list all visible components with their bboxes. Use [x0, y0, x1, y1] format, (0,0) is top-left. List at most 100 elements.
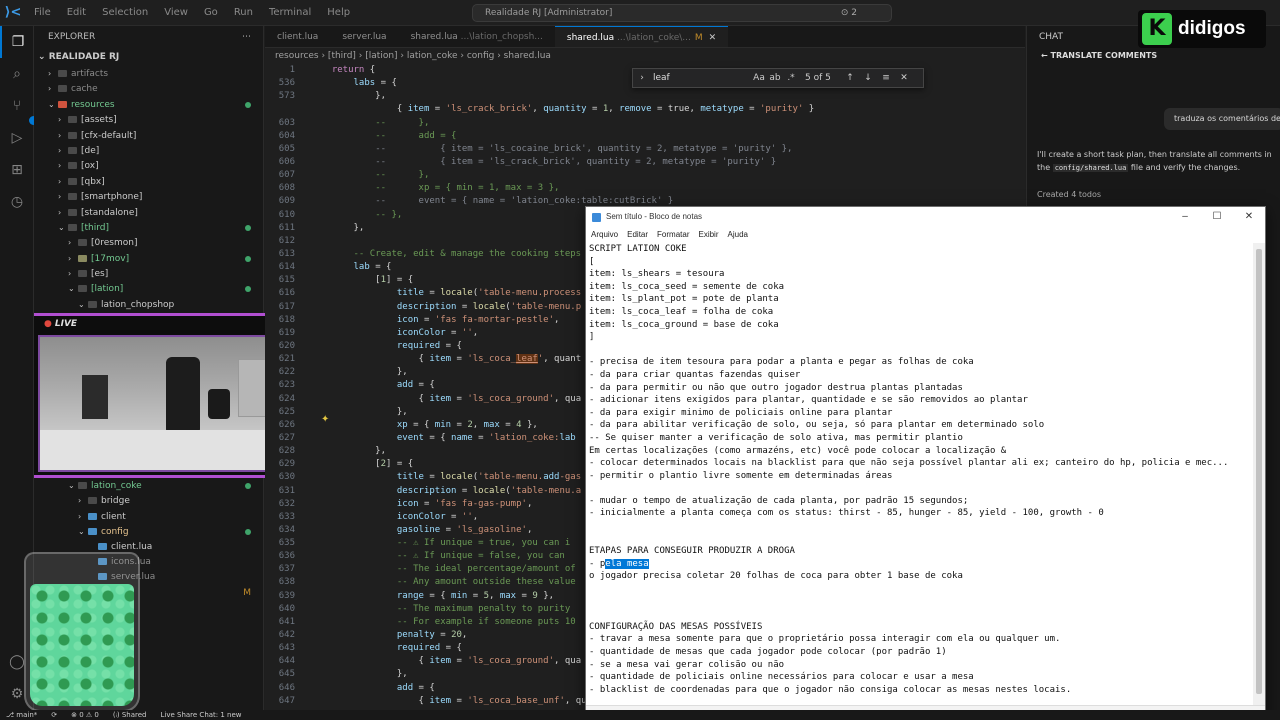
menu-run[interactable]: Run: [226, 0, 261, 26]
tree-item[interactable]: › artifacts: [34, 66, 263, 81]
workspace-root[interactable]: ⌄ REALIDADE RJ: [34, 48, 263, 66]
tree-item[interactable]: › [0resmon]: [34, 235, 263, 250]
code-line[interactable]: 605 -- { item = 'ls_cocaine_brick', quan…: [265, 143, 1025, 156]
tree-item[interactable]: ⌄ [lation]: [34, 281, 263, 296]
line-number: 610: [278, 209, 295, 220]
notepad-menu-exibir[interactable]: Exibir: [698, 230, 718, 239]
code-line[interactable]: 573 },: [265, 90, 1025, 103]
line-number: 605: [278, 143, 295, 154]
tree-item[interactable]: ⌄ resources: [34, 97, 263, 112]
code-line[interactable]: 608 -- xp = { min = 1, max = 3 },: [265, 182, 1025, 195]
editor-tab[interactable]: shared.lua ...\lation_chopsh...: [399, 26, 555, 47]
tree-item[interactable]: ⌄ [third]: [34, 220, 263, 235]
notepad-menu-formatar[interactable]: Formatar: [657, 230, 689, 239]
notepad-line: - travar a mesa somente para que o propr…: [589, 633, 1254, 646]
chevron-down-icon: ⌄: [48, 99, 55, 109]
todos-status[interactable]: Created 4 todos: [1037, 190, 1101, 199]
code-line[interactable]: 606 -- { item = 'ls_crack_brick', quanti…: [265, 156, 1025, 169]
editor-tab[interactable]: shared.lua ...\lation_coke\... M ✕: [554, 26, 729, 47]
menu-terminal[interactable]: Terminal: [261, 0, 319, 26]
regex-icon[interactable]: .*: [783, 73, 799, 83]
code-line[interactable]: 607 -- },: [265, 169, 1025, 182]
notepad-line-text: - blacklist de coordenadas para que o jo…: [589, 684, 1072, 695]
tree-item[interactable]: › [es]: [34, 266, 263, 281]
chat-session-title[interactable]: ← TRANSLATE COMMENTS: [1027, 48, 1280, 64]
remote-explorer-icon[interactable]: ◷: [0, 186, 34, 218]
notepad-app-icon: [592, 213, 601, 222]
chevron-right-icon: ›: [78, 496, 82, 506]
source-control-icon[interactable]: ⑂: [0, 90, 38, 125]
menu-go[interactable]: Go: [196, 0, 226, 26]
close-find-icon[interactable]: ✕: [895, 73, 913, 83]
menu-view[interactable]: View: [156, 0, 196, 26]
find-input[interactable]: leaf: [651, 73, 751, 83]
chevron-down-icon: ⌄: [68, 284, 75, 294]
more-actions-icon[interactable]: ⋯: [242, 26, 251, 48]
tree-item[interactable]: › bridge: [34, 493, 263, 508]
status-item[interactable]: ⟳: [51, 710, 57, 720]
tree-item[interactable]: ⌄ config: [34, 524, 263, 539]
toggle-replace-icon[interactable]: ›: [633, 73, 651, 83]
status-item[interactable]: ⊗ 0 ⚠ 0: [71, 710, 99, 720]
match-case-icon[interactable]: Aa: [751, 73, 767, 83]
tree-item[interactable]: › [standalone]: [34, 205, 263, 220]
notepad-scrollbar[interactable]: [1253, 243, 1265, 705]
chevron-right-icon: ›: [68, 238, 72, 248]
tree-item[interactable]: › [assets]: [34, 112, 263, 127]
minimize-icon[interactable]: –: [1169, 207, 1201, 227]
line-number: 573: [278, 91, 295, 102]
notepad-menu-editar[interactable]: Editar: [627, 230, 648, 239]
editor-tab[interactable]: client.lua: [265, 26, 330, 47]
line-number: 606: [278, 156, 295, 167]
status-item[interactable]: (ᵢ) Shared: [113, 710, 147, 720]
line-number: 647: [278, 695, 295, 706]
notepad-titlebar[interactable]: Sem título - Bloco de notas – ☐ ✕: [586, 207, 1265, 227]
agent-status-indicator[interactable]: ⊙ 2: [841, 5, 857, 21]
file-reference[interactable]: config/shared.lua: [1052, 164, 1129, 172]
run-debug-icon[interactable]: ▷: [0, 122, 34, 154]
lightbulb-icon[interactable]: ✦: [321, 414, 329, 425]
code-line[interactable]: { item = 'ls_crack_brick', quantity = 1,…: [265, 103, 1025, 116]
notepad-menu-arquivo[interactable]: Arquivo: [591, 230, 618, 239]
menu-selection[interactable]: Selection: [94, 0, 156, 26]
tree-item[interactable]: ⌄ lation_coke: [34, 478, 263, 493]
notepad-line-text: SCRIPT LATION COKE: [589, 244, 687, 254]
whole-word-icon[interactable]: ab: [767, 73, 783, 83]
find-in-selection-icon[interactable]: ≡: [877, 73, 895, 83]
notepad-menu-ajuda[interactable]: Ajuda: [728, 230, 748, 239]
next-match-icon[interactable]: ↓: [859, 73, 877, 83]
search-icon[interactable]: ⌕: [0, 58, 34, 90]
code-line[interactable]: 603 -- },: [265, 117, 1025, 130]
tree-item[interactable]: › [cfx-default]: [34, 128, 263, 143]
notepad-text-area[interactable]: SCRIPT LATION COKE [item: ls_shears = tes…: [589, 243, 1254, 705]
selected-text: ela mesa: [605, 558, 649, 569]
command-center[interactable]: Realidade RJ [Administrator] ⊙ 2: [472, 4, 892, 22]
extensions-icon[interactable]: ⊞: [0, 154, 34, 186]
maximize-icon[interactable]: ☐: [1201, 207, 1233, 227]
close-icon[interactable]: ✕: [1233, 207, 1265, 227]
scrollbar-thumb[interactable]: [1256, 249, 1262, 694]
tree-item[interactable]: › [de]: [34, 143, 263, 158]
breadcrumb[interactable]: resources › [third] › [lation] › lation_…: [265, 48, 1025, 64]
tree-item[interactable]: › [17mov]: [34, 251, 263, 266]
status-item[interactable]: Live Share Chat: 1 new: [160, 710, 241, 720]
tree-item[interactable]: ⌄ lation_chopshop: [34, 297, 263, 312]
code-text: required = {: [396, 340, 462, 351]
notepad-line: - adicionar itens exigidos para plantar,…: [589, 394, 1254, 407]
tree-item[interactable]: › client: [34, 509, 263, 524]
editor-tab[interactable]: server.lua: [330, 26, 398, 47]
tree-item[interactable]: › [smartphone]: [34, 189, 263, 204]
explorer-icon[interactable]: ❐: [0, 26, 34, 58]
notepad-window: Sem título - Bloco de notas – ☐ ✕ Arquiv…: [585, 206, 1266, 720]
tab-close-icon[interactable]: ✕: [709, 33, 717, 43]
previous-match-icon[interactable]: ↑: [841, 73, 859, 83]
tree-item[interactable]: › [ox]: [34, 158, 263, 173]
menu-edit[interactable]: Edit: [59, 0, 94, 26]
live-label: LIVE: [44, 319, 77, 329]
tree-item[interactable]: › [qbx]: [34, 174, 263, 189]
status-item[interactable]: ⎇ main*: [6, 710, 37, 720]
tree-item[interactable]: › cache: [34, 81, 263, 96]
menu-help[interactable]: Help: [319, 0, 358, 26]
code-line[interactable]: 604 -- add = {: [265, 130, 1025, 143]
menu-file[interactable]: File: [26, 0, 59, 26]
